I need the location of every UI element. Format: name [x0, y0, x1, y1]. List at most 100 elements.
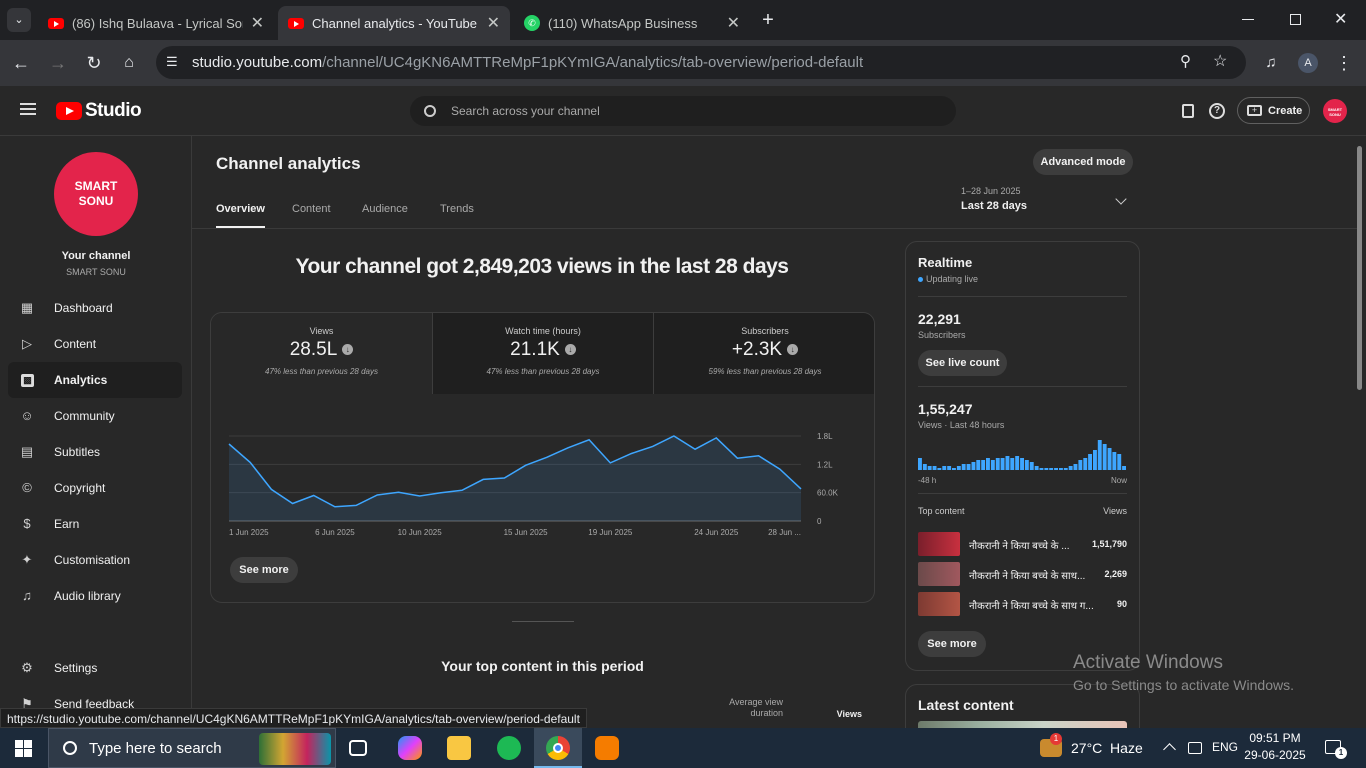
address-bar[interactable]: ☰ studio.youtube.com/channel/UC4gKN6AMTT… — [156, 46, 1246, 79]
realtime-bar[interactable] — [942, 466, 947, 470]
sidebar-item-dashboard[interactable]: ▦ Dashboard — [8, 290, 182, 326]
views-chart[interactable]: 0 60.0K 1.2L 1.8L 1 Jun 2025 6 Jun 2025 10 Jun… — [211, 413, 875, 563]
realtime-bar[interactable] — [1044, 468, 1049, 470]
top-content-item[interactable]: नौकरानी ने किया बच्चे के ... 1,51,790 — [918, 532, 1127, 556]
realtime-bar[interactable] — [1010, 458, 1015, 470]
chart-data-point[interactable] — [609, 462, 611, 464]
chart-data-point[interactable] — [673, 435, 675, 437]
create-button[interactable]: + Create — [1237, 97, 1310, 124]
realtime-bar[interactable] — [1054, 468, 1058, 470]
browser-tab-whatsapp[interactable]: ✆ (110) WhatsApp Business ✕ — [514, 6, 750, 40]
realtime-bar[interactable] — [956, 466, 961, 470]
network-icon[interactable] — [1188, 742, 1202, 754]
tab-trends[interactable]: Trends — [440, 203, 474, 215]
sidebar-item-copyright[interactable]: © Copyright — [8, 470, 182, 506]
realtime-bar[interactable] — [961, 464, 966, 470]
sidebar-item-subtitles[interactable]: ▤ Subtitles — [8, 434, 182, 470]
top-content-item[interactable]: नौकरानी ने किया बच्चे के साथ ग... 90 — [918, 592, 1127, 616]
metric-views[interactable]: Views 28.5L ↓ 47% less than previous 28 d… — [211, 313, 432, 394]
bookmark-star-icon[interactable]: ☆ — [1213, 51, 1227, 71]
chart-data-point[interactable] — [355, 504, 357, 506]
realtime-bar[interactable] — [1107, 448, 1112, 470]
realtime-bar[interactable] — [981, 460, 986, 470]
metric-subscribers[interactable]: Subscribers +2.3K ↓ 59% less than previou… — [653, 313, 874, 394]
chart-data-point[interactable] — [313, 495, 315, 497]
realtime-bar[interactable] — [1097, 440, 1102, 470]
chart-data-point[interactable] — [503, 477, 505, 479]
spotify-icon[interactable] — [497, 736, 521, 760]
tab-audience[interactable]: Audience — [362, 203, 408, 215]
realtime-bar[interactable] — [1093, 450, 1097, 470]
metric-watch-time[interactable]: Watch time (hours) 21.1K ↓ 47% less than … — [432, 313, 653, 394]
media-control-icon[interactable]: ♫ — [1260, 52, 1282, 74]
sidebar-item-settings[interactable]: ⚙ Settings — [8, 650, 182, 686]
realtime-bar[interactable] — [976, 460, 981, 470]
restore-window-icon[interactable] — [1290, 14, 1301, 25]
chart-data-point[interactable] — [376, 494, 378, 496]
top-content-item[interactable]: नौकरानी ने किया बच्चे के साथ... 2,269 — [918, 562, 1127, 586]
minimize-window-icon[interactable] — [1242, 19, 1254, 20]
realtime-bar[interactable] — [1059, 468, 1063, 470]
weather-widget[interactable]: 1 27°C Haze — [1040, 728, 1148, 768]
site-info-icon[interactable]: ☰ — [166, 54, 178, 70]
chart-data-point[interactable] — [461, 489, 463, 491]
task-view-icon[interactable] — [349, 740, 367, 756]
chart-data-point[interactable] — [525, 464, 527, 466]
realtime-see-more-button[interactable]: See more — [918, 631, 986, 657]
chart-data-point[interactable] — [419, 495, 421, 497]
realtime-bar[interactable] — [1039, 468, 1044, 470]
realtime-bar[interactable] — [947, 466, 952, 470]
chart-data-point[interactable] — [228, 443, 230, 445]
studio-search-input[interactable]: Search across your channel — [410, 96, 956, 126]
chart-data-point[interactable] — [270, 488, 272, 490]
copilot-icon[interactable] — [398, 736, 422, 760]
realtime-bar[interactable] — [1083, 458, 1088, 470]
browser-tab-channel-analytics[interactable]: Channel analytics - YouTube Stu ✕ — [278, 6, 510, 40]
chevron-up-icon[interactable] — [1163, 743, 1176, 756]
sidebar-item-earn[interactable]: $ Earn — [8, 506, 182, 542]
realtime-bar[interactable] — [927, 466, 932, 470]
chart-data-point[interactable] — [334, 506, 336, 508]
realtime-bar[interactable] — [1024, 460, 1029, 470]
browser-tab-lyrical-song[interactable]: (86) Ishq Bulaava - Lyrical Song ✕ — [38, 6, 274, 40]
chart-data-point[interactable] — [440, 492, 442, 494]
realtime-bar[interactable] — [1005, 456, 1010, 470]
realtime-bar[interactable] — [1117, 454, 1122, 470]
profile-avatar[interactable]: A — [1298, 53, 1318, 73]
close-window-icon[interactable]: ✕ — [1334, 9, 1347, 29]
sidebar-item-community[interactable]: ☺ Community — [8, 398, 182, 434]
realtime-bar[interactable] — [1029, 462, 1034, 470]
channel-avatar[interactable]: SMART SONU — [54, 152, 138, 236]
realtime-bar[interactable] — [1122, 466, 1126, 470]
account-avatar[interactable]: SMART SONU — [1323, 99, 1347, 123]
realtime-bar[interactable] — [986, 458, 990, 470]
chart-data-point[interactable] — [249, 461, 251, 463]
sidebar-item-customisation[interactable]: ✦ Customisation — [8, 542, 182, 578]
chart-data-point[interactable] — [758, 455, 760, 457]
file-explorer-icon[interactable] — [447, 736, 471, 760]
fl-studio-icon[interactable] — [595, 736, 619, 760]
info-icon[interactable]: ↓ — [342, 344, 354, 356]
sidebar-item-audio-library[interactable]: ♫ Audio library — [8, 578, 182, 614]
realtime-bar[interactable] — [1073, 464, 1078, 470]
realtime-bar[interactable] — [922, 464, 927, 470]
chart-data-point[interactable] — [800, 488, 802, 490]
chart-data-point[interactable] — [567, 447, 569, 449]
language-indicator[interactable]: ENG — [1212, 740, 1238, 754]
reload-icon[interactable]: ↻ — [83, 52, 105, 74]
tab-search-button[interactable]: ⌄ — [7, 8, 31, 32]
advanced-mode-button[interactable]: Advanced mode — [1033, 149, 1133, 175]
clock[interactable]: 09:51 PM 29-06-2025 — [1240, 731, 1310, 762]
notes-icon[interactable] — [1182, 104, 1194, 118]
home-icon[interactable]: ⌂ — [118, 52, 140, 74]
realtime-bar[interactable] — [952, 468, 956, 470]
studio-logo[interactable]: Studio — [56, 100, 142, 122]
realtime-bar[interactable] — [971, 462, 976, 470]
info-icon[interactable]: ↓ — [564, 344, 576, 356]
tab-overview[interactable]: Overview — [216, 203, 265, 228]
realtime-bar[interactable] — [1068, 466, 1073, 470]
forward-arrow-icon[interactable]: → — [47, 52, 69, 74]
realtime-bar[interactable] — [1000, 458, 1005, 470]
windows-start-icon[interactable] — [15, 740, 32, 757]
chart-data-point[interactable] — [292, 503, 294, 505]
